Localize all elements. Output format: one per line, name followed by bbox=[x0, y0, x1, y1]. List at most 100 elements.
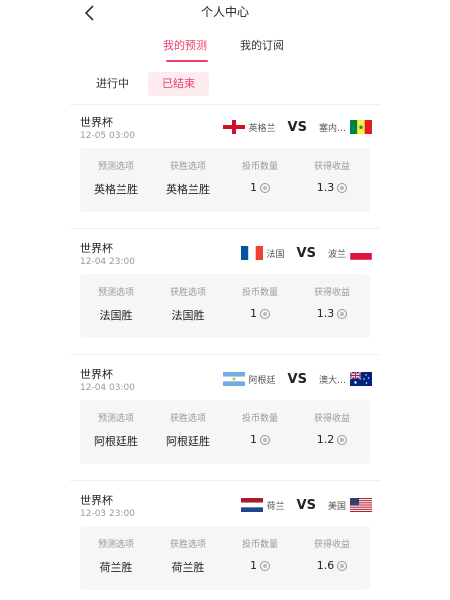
netherlands-flag-icon bbox=[240, 498, 263, 512]
earnings-column: 获得收益 1.3 bbox=[296, 148, 368, 212]
divider bbox=[70, 104, 380, 105]
tab-my-subscriptions[interactable]: 我的订阅 bbox=[240, 37, 284, 53]
prediction-column: 预测选项 法国胜 bbox=[80, 274, 152, 338]
prediction-card: 预测选项 荷兰胜 获胜选项 荷兰胜 投币数量 1 获得收益 1.6 bbox=[80, 526, 370, 590]
coins-column: 投币数量 1 bbox=[224, 526, 296, 590]
prediction-value: 英格兰胜 bbox=[94, 183, 138, 196]
winning-column: 获胜选项 阿根廷胜 bbox=[152, 400, 224, 464]
winning-value: 阿根廷胜 bbox=[166, 435, 210, 448]
winning-column: 获胜选项 法国胜 bbox=[152, 274, 224, 338]
prediction-column: 预测选项 荷兰胜 bbox=[80, 526, 152, 590]
argentina-flag-icon bbox=[222, 372, 245, 386]
winning-header: 获胜选项 bbox=[169, 288, 206, 298]
prediction-header: 预测选项 bbox=[97, 162, 134, 172]
england-flag-icon bbox=[222, 120, 245, 134]
prediction-header: 预测选项 bbox=[97, 414, 134, 424]
prediction-value: 荷兰胜 bbox=[99, 561, 133, 574]
vs-label: VS bbox=[296, 245, 316, 261]
away-team-name: 波兰 bbox=[327, 249, 346, 260]
league-name: 世界杯 bbox=[80, 242, 113, 255]
home-team-name: 荷兰 bbox=[266, 501, 285, 512]
home-team-name: 法国 bbox=[266, 249, 285, 260]
coins-header: 投币数量 bbox=[241, 162, 278, 172]
earnings-header: 获得收益 bbox=[313, 414, 350, 424]
coin-icon bbox=[260, 560, 270, 571]
coins-header: 投币数量 bbox=[241, 414, 278, 424]
prediction-column: 预测选项 英格兰胜 bbox=[80, 148, 152, 212]
poland-flag-icon bbox=[350, 246, 372, 260]
match-card[interactable]: 世界杯 12-04 03:00 阿根廷 VS 澳大… 预测选项 阿根廷胜 获胜选… bbox=[70, 366, 380, 484]
coins-column: 投币数量 1 bbox=[224, 274, 296, 338]
earnings-column: 获得收益 1.6 bbox=[296, 526, 368, 590]
page: 个人中心 我的预测 我的订阅 进行中 已结束 世界杯 12-05 03:00 英… bbox=[70, 0, 380, 600]
match-card[interactable]: 世界杯 12-04 23:00 法国 VS 波兰 预测选项 法国胜 获胜选项 法… bbox=[70, 240, 380, 358]
usa-flag-icon bbox=[350, 498, 372, 512]
match-time: 12-04 23:00 bbox=[80, 257, 135, 267]
match-time: 12-03 23:00 bbox=[80, 509, 135, 519]
prediction-card: 预测选项 英格兰胜 获胜选项 英格兰胜 投币数量 1 获得收益 1.3 bbox=[80, 148, 370, 212]
senegal-flag-icon bbox=[350, 120, 372, 134]
match-time: 12-05 03:00 bbox=[80, 131, 135, 141]
prediction-card: 预测选项 阿根廷胜 获胜选项 阿根廷胜 投币数量 1 获得收益 1.2 bbox=[80, 400, 370, 464]
match-card[interactable]: 世界杯 12-05 03:00 英格兰 VS 塞内… 预测选项 英格兰胜 获胜选… bbox=[70, 114, 380, 232]
prediction-value: 法国胜 bbox=[99, 309, 133, 322]
status-filters: 进行中 已结束 bbox=[70, 72, 380, 98]
match-card[interactable]: 世界杯 12-03 23:00 荷兰 VS 美国 预测选项 荷兰胜 获胜选项 荷… bbox=[70, 492, 380, 600]
earnings-header: 获得收益 bbox=[313, 162, 350, 172]
coin-icon bbox=[337, 308, 348, 319]
divider bbox=[70, 354, 380, 355]
earnings-value: 1.3 bbox=[296, 307, 368, 320]
winning-value: 英格兰胜 bbox=[166, 183, 210, 196]
home-team-name: 阿根廷 bbox=[248, 375, 276, 386]
earnings-value: 1.2 bbox=[296, 433, 368, 446]
earnings-header: 获得收益 bbox=[313, 540, 350, 550]
coin-icon bbox=[337, 560, 348, 571]
earnings-column: 获得收益 1.2 bbox=[296, 400, 368, 464]
tab-my-predictions[interactable]: 我的预测 bbox=[163, 37, 207, 53]
france-flag-icon bbox=[240, 246, 263, 260]
coin-icon bbox=[260, 434, 270, 445]
winning-header: 获胜选项 bbox=[169, 162, 206, 172]
navbar: 个人中心 bbox=[70, 0, 380, 26]
coins-header: 投币数量 bbox=[241, 288, 278, 298]
home-team-name: 英格兰 bbox=[248, 123, 276, 134]
filter-finished[interactable]: 已结束 bbox=[148, 72, 209, 96]
coin-icon bbox=[260, 308, 270, 319]
away-team-name: 澳大… bbox=[318, 375, 346, 386]
coins-value: 1 bbox=[224, 307, 296, 320]
coins-header: 投币数量 bbox=[241, 540, 278, 550]
winning-value: 荷兰胜 bbox=[171, 561, 205, 574]
divider bbox=[70, 228, 380, 229]
prediction-value: 阿根廷胜 bbox=[94, 435, 138, 448]
coins-value: 1 bbox=[224, 559, 296, 572]
coins-column: 投币数量 1 bbox=[224, 400, 296, 464]
tab-bar: 我的预测 我的订阅 bbox=[70, 30, 380, 64]
coins-value: 1 bbox=[224, 181, 296, 194]
away-team-name: 塞内… bbox=[318, 123, 346, 134]
vs-label: VS bbox=[287, 371, 307, 387]
league-name: 世界杯 bbox=[80, 494, 113, 507]
prediction-card: 预测选项 法国胜 获胜选项 法国胜 投币数量 1 获得收益 1.3 bbox=[80, 274, 370, 338]
prediction-column: 预测选项 阿根廷胜 bbox=[80, 400, 152, 464]
teams-row: 法国 VS 波兰 bbox=[240, 244, 372, 262]
page-title: 个人中心 bbox=[200, 5, 249, 19]
teams-row: 荷兰 VS 美国 bbox=[240, 496, 372, 514]
match-time: 12-04 03:00 bbox=[80, 383, 135, 393]
coin-icon bbox=[337, 434, 348, 445]
teams-row: 英格兰 VS 塞内… bbox=[222, 118, 372, 136]
filter-in-progress[interactable]: 进行中 bbox=[82, 72, 143, 96]
league-name: 世界杯 bbox=[80, 368, 113, 381]
winning-column: 获胜选项 英格兰胜 bbox=[152, 148, 224, 212]
teams-row: 阿根廷 VS 澳大… bbox=[222, 370, 372, 388]
earnings-column: 获得收益 1.3 bbox=[296, 274, 368, 338]
winning-column: 获胜选项 荷兰胜 bbox=[152, 526, 224, 590]
earnings-value: 1.3 bbox=[296, 181, 368, 194]
away-team-name: 美国 bbox=[327, 501, 346, 512]
coin-icon bbox=[337, 182, 348, 193]
active-tab-indicator bbox=[166, 60, 208, 62]
league-name: 世界杯 bbox=[80, 116, 113, 129]
winning-header: 获胜选项 bbox=[169, 540, 206, 550]
coins-value: 1 bbox=[224, 433, 296, 446]
coin-icon bbox=[260, 182, 270, 193]
earnings-header: 获得收益 bbox=[313, 288, 350, 298]
